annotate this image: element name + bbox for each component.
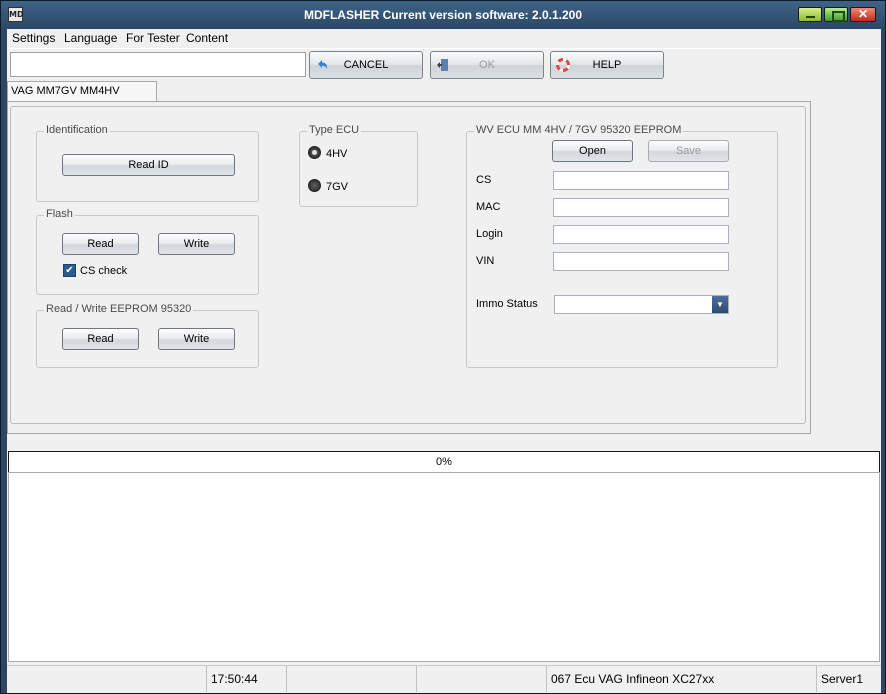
minimize-icon: [799, 8, 821, 21]
radio-4hv-label: 4HV: [326, 148, 348, 160]
read-id-button[interactable]: Read ID: [62, 154, 235, 176]
type-ecu-title: Type ECU: [307, 124, 362, 136]
cs-check-label: CS check: [80, 265, 128, 277]
wv-ecu-title: WV ECU MM 4HV / 7GV 95320 EEPROM: [474, 124, 684, 136]
chevron-down-icon[interactable]: ▼: [712, 296, 728, 313]
eeprom-rw-title: Read / Write EEPROM 95320: [44, 303, 194, 315]
menu-bar: Settings Language For Tester Content: [7, 29, 881, 48]
identification-title: Identification: [44, 124, 110, 136]
progress-text: 0%: [436, 456, 452, 468]
identification-group: Identification Read ID: [36, 124, 259, 202]
status-bar: 17:50:44 067 Ecu VAG Infineon XC27xx Ser…: [7, 665, 881, 693]
status-cell-1: [7, 666, 207, 692]
cs-label: CS: [476, 174, 492, 186]
close-button[interactable]: ✕: [850, 7, 876, 22]
radio-7gv-label: 7GV: [326, 181, 349, 193]
login-label: Login: [476, 228, 503, 240]
eeprom-rw-group: Read / Write EEPROM 95320 Read Write: [36, 303, 259, 368]
toolbar: CANCEL OK HELP: [7, 48, 881, 82]
menu-content[interactable]: Content: [186, 31, 228, 45]
type-ecu-group: Type ECU 4HV 7GV: [299, 124, 418, 207]
flash-read-button[interactable]: Read: [62, 233, 139, 255]
vin-field[interactable]: [553, 252, 729, 271]
help-button[interactable]: HELP: [550, 51, 664, 79]
status-cell-3: [287, 666, 417, 692]
eeprom-write-button[interactable]: Write: [158, 328, 235, 350]
immo-status-label: Immo Status: [476, 298, 538, 310]
mac-label: MAC: [476, 201, 501, 213]
vin-label: VIN: [476, 255, 495, 267]
wv-ecu-group: WV ECU MM 4HV / 7GV 95320 EEPROM Open Sa…: [466, 124, 778, 368]
tab-panel: Identification Read ID Flash Read Write …: [7, 101, 811, 434]
status-ecu: 067 Ecu VAG Infineon XC27xx: [547, 666, 817, 692]
title-bar[interactable]: MD MDFLASHER Current version software: 2…: [1, 1, 885, 29]
menu-settings[interactable]: Settings: [12, 31, 55, 45]
close-icon: ✕: [857, 7, 869, 21]
menu-for-tester[interactable]: For Tester: [126, 31, 180, 45]
client-area: Settings Language For Tester Content CAN…: [7, 29, 881, 693]
immo-status-dropdown[interactable]: ▼: [554, 295, 729, 314]
progress-bar: 0%: [8, 451, 880, 473]
cs-field[interactable]: [553, 171, 729, 190]
status-server: Server1: [821, 672, 864, 686]
ecu-panel: Identification Read ID Flash Read Write …: [10, 106, 806, 424]
menu-language[interactable]: Language: [64, 31, 117, 45]
ok-button[interactable]: OK: [430, 51, 544, 79]
maximize-button[interactable]: [824, 7, 848, 22]
flash-write-button[interactable]: Write: [158, 233, 235, 255]
status-cell-4: [417, 666, 547, 692]
tab-bar: VAG MM7GV MM4HV MM7GVE: [7, 81, 881, 115]
flash-title: Flash: [44, 208, 75, 220]
tab-vag-mm7gv[interactable]: VAG MM7GV MM4HV MM7GVE: [7, 81, 157, 115]
radio-7gv[interactable]: [308, 179, 321, 192]
command-input[interactable]: [10, 52, 306, 77]
app-window: MD MDFLASHER Current version software: 2…: [0, 0, 886, 694]
maximize-icon: [825, 8, 847, 22]
minimize-button[interactable]: [798, 7, 822, 22]
cancel-label: CANCEL: [343, 59, 389, 71]
login-field[interactable]: [553, 225, 729, 244]
eeprom-read-button[interactable]: Read: [62, 328, 139, 350]
cancel-button[interactable]: CANCEL: [309, 51, 423, 79]
status-time: 17:50:44: [207, 666, 287, 692]
log-area[interactable]: [8, 472, 880, 662]
help-label: HELP: [592, 59, 622, 71]
ok-label: OK: [479, 59, 495, 71]
mac-field[interactable]: [553, 198, 729, 217]
cs-check-checkbox[interactable]: ✔: [63, 264, 76, 277]
flash-group: Flash Read Write ✔ CS check: [36, 208, 259, 295]
open-button[interactable]: Open: [552, 140, 633, 162]
radio-4hv[interactable]: [308, 146, 321, 159]
save-button[interactable]: Save: [648, 140, 729, 162]
window-title: MDFLASHER Current version software: 2.0.…: [303, 8, 583, 22]
